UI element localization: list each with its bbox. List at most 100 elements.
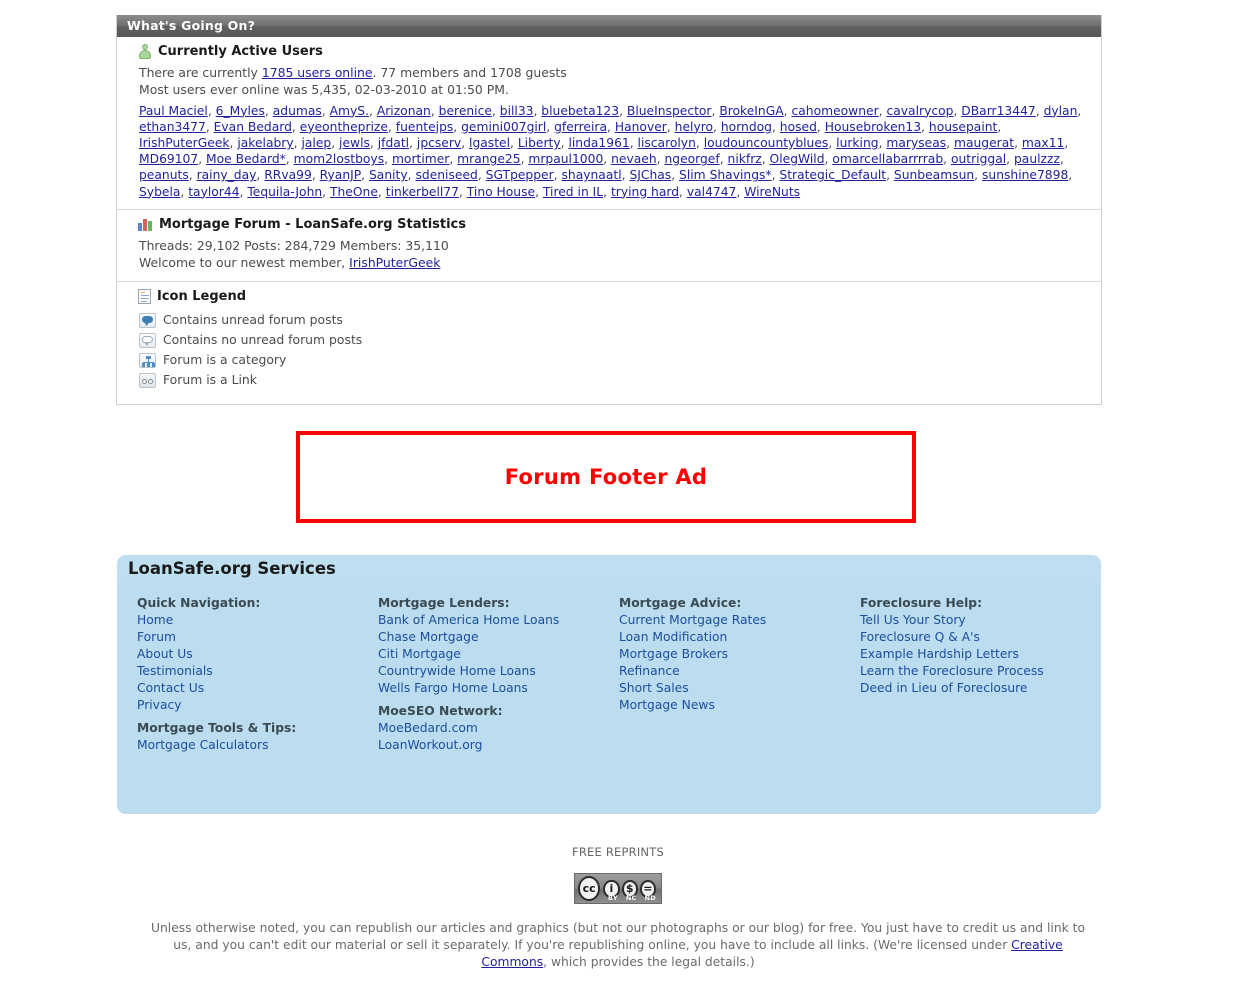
- active-user-link[interactable]: mrange25: [457, 152, 520, 166]
- active-user-link[interactable]: 6_Myles: [216, 104, 265, 118]
- services-link[interactable]: Forum: [137, 629, 378, 646]
- active-user-link[interactable]: dylan: [1044, 104, 1078, 118]
- active-user-link[interactable]: tinkerbell77: [386, 185, 459, 199]
- services-link[interactable]: LoanWorkout.org: [378, 737, 619, 754]
- active-user-link[interactable]: lurking: [836, 136, 878, 150]
- active-user-link[interactable]: bill33: [500, 104, 534, 118]
- active-user-link[interactable]: jpcserv: [417, 136, 461, 150]
- active-user-link[interactable]: taylor44: [188, 185, 239, 199]
- services-link[interactable]: Wells Fargo Home Loans: [378, 680, 619, 697]
- active-user-link[interactable]: Liberty: [518, 136, 561, 150]
- active-user-link[interactable]: Sanity: [369, 168, 408, 182]
- active-user-link[interactable]: Tequila-John: [247, 185, 322, 199]
- active-user-link[interactable]: mrpaul1000: [528, 152, 603, 166]
- services-link[interactable]: Foreclosure Q & A's: [860, 629, 1101, 646]
- services-link[interactable]: Bank of America Home Loans: [378, 612, 619, 629]
- active-user-link[interactable]: MD69107: [139, 152, 198, 166]
- active-user-link[interactable]: AmyS.: [330, 104, 369, 118]
- services-link[interactable]: Deed in Lieu of Foreclosure: [860, 680, 1101, 697]
- active-user-link[interactable]: TheOne: [330, 185, 378, 199]
- services-link[interactable]: Home: [137, 612, 378, 629]
- active-user-link[interactable]: trying hard: [611, 185, 679, 199]
- active-user-link[interactable]: BrokeInGA: [719, 104, 783, 118]
- active-user-link[interactable]: sunshine7898: [982, 168, 1068, 182]
- active-user-link[interactable]: rainy_day: [197, 168, 257, 182]
- active-user-link[interactable]: cahomeowner: [792, 104, 879, 118]
- services-link[interactable]: Current Mortgage Rates: [619, 612, 860, 629]
- services-link[interactable]: Mortgage Brokers: [619, 646, 860, 663]
- active-user-link[interactable]: jewls: [339, 136, 370, 150]
- active-user-link[interactable]: sdeniseed: [415, 168, 477, 182]
- newest-member-link[interactable]: IrishPuterGeek: [349, 255, 440, 270]
- active-user-link[interactable]: gferreira: [554, 120, 607, 134]
- active-user-link[interactable]: Housebroken13: [825, 120, 921, 134]
- active-user-link[interactable]: adumas: [273, 104, 322, 118]
- active-user-link[interactable]: Moe Bedard*: [206, 152, 286, 166]
- active-user-link[interactable]: hosed: [780, 120, 817, 134]
- active-user-link[interactable]: paulzzz: [1014, 152, 1060, 166]
- active-user-link[interactable]: helyro: [675, 120, 713, 134]
- active-user-link[interactable]: peanuts: [139, 168, 189, 182]
- active-user-link[interactable]: Hanover: [615, 120, 667, 134]
- active-user-link[interactable]: DBarr13447: [961, 104, 1035, 118]
- services-link[interactable]: Mortgage Calculators: [137, 737, 378, 754]
- active-user-link[interactable]: eyeontheprize: [300, 120, 388, 134]
- active-user-link[interactable]: WireNuts: [744, 185, 800, 199]
- active-user-link[interactable]: gemini007girl: [461, 120, 546, 134]
- active-user-link[interactable]: mom2lostboys: [294, 152, 385, 166]
- services-link[interactable]: Testimonials: [137, 663, 378, 680]
- active-user-link[interactable]: Sybela: [139, 185, 180, 199]
- active-user-link[interactable]: jalep: [301, 136, 331, 150]
- active-user-link[interactable]: Slim Shavings*: [679, 168, 772, 182]
- active-user-link[interactable]: ngeorgef: [664, 152, 719, 166]
- active-user-link[interactable]: Strategic_Default: [779, 168, 886, 182]
- users-online-link[interactable]: 1785 users online: [262, 65, 373, 80]
- services-link[interactable]: Loan Modification: [619, 629, 860, 646]
- active-user-link[interactable]: OlegWild: [770, 152, 825, 166]
- active-user-link[interactable]: omarcellabarrrrab: [832, 152, 943, 166]
- services-link[interactable]: Learn the Foreclosure Process: [860, 663, 1101, 680]
- services-link[interactable]: Mortgage News: [619, 697, 860, 714]
- active-user-link[interactable]: IrishPuterGeek: [139, 136, 230, 150]
- active-user-link[interactable]: Evan Bedard: [214, 120, 292, 134]
- services-link[interactable]: About Us: [137, 646, 378, 663]
- active-user-link[interactable]: fuentejps: [396, 120, 454, 134]
- active-user-link[interactable]: housepaint: [929, 120, 997, 134]
- active-user-link[interactable]: lgastel: [469, 136, 510, 150]
- active-user-link[interactable]: nikfrz: [728, 152, 762, 166]
- services-link[interactable]: MoeBedard.com: [378, 720, 619, 737]
- active-user-link[interactable]: RyanJP: [320, 168, 362, 182]
- services-link[interactable]: Privacy: [137, 697, 378, 714]
- active-user-link[interactable]: Sunbeamsun: [894, 168, 974, 182]
- active-user-link[interactable]: nevaeh: [611, 152, 657, 166]
- active-user-link[interactable]: linda1961: [568, 136, 629, 150]
- active-user-link[interactable]: max11: [1022, 136, 1064, 150]
- active-user-link[interactable]: cavalrycop: [886, 104, 953, 118]
- services-link[interactable]: Citi Mortgage: [378, 646, 619, 663]
- active-user-link[interactable]: bluebeta123: [541, 104, 619, 118]
- active-user-link[interactable]: Arizonan: [377, 104, 431, 118]
- active-user-link[interactable]: outriggal: [951, 152, 1006, 166]
- active-user-link[interactable]: shaynaatl: [562, 168, 622, 182]
- active-user-link[interactable]: BlueInspector: [627, 104, 712, 118]
- active-user-link[interactable]: loudouncountyblues: [704, 136, 829, 150]
- active-user-link[interactable]: SGTpepper: [486, 168, 554, 182]
- active-user-link[interactable]: Paul Maciel: [139, 104, 208, 118]
- active-user-link[interactable]: maugerat: [954, 136, 1014, 150]
- active-user-link[interactable]: maryseas: [886, 136, 946, 150]
- services-link[interactable]: Countrywide Home Loans: [378, 663, 619, 680]
- services-link[interactable]: Example Hardship Letters: [860, 646, 1101, 663]
- active-user-link[interactable]: ethan3477: [139, 120, 206, 134]
- creative-commons-badge[interactable]: cc i $ = BY NC ND: [574, 873, 662, 904]
- services-link[interactable]: Refinance: [619, 663, 860, 680]
- active-user-link[interactable]: Tino House: [467, 185, 535, 199]
- active-user-link[interactable]: mortimer: [392, 152, 449, 166]
- services-link[interactable]: Contact Us: [137, 680, 378, 697]
- active-user-link[interactable]: SJChas: [629, 168, 671, 182]
- forum-footer-ad[interactable]: Forum Footer Ad: [296, 431, 916, 523]
- services-link[interactable]: Tell Us Your Story: [860, 612, 1101, 629]
- active-user-link[interactable]: jfdatl: [378, 136, 409, 150]
- active-user-link[interactable]: liscarolyn: [638, 136, 696, 150]
- active-user-link[interactable]: horndog: [721, 120, 772, 134]
- active-user-link[interactable]: RRva99: [264, 168, 312, 182]
